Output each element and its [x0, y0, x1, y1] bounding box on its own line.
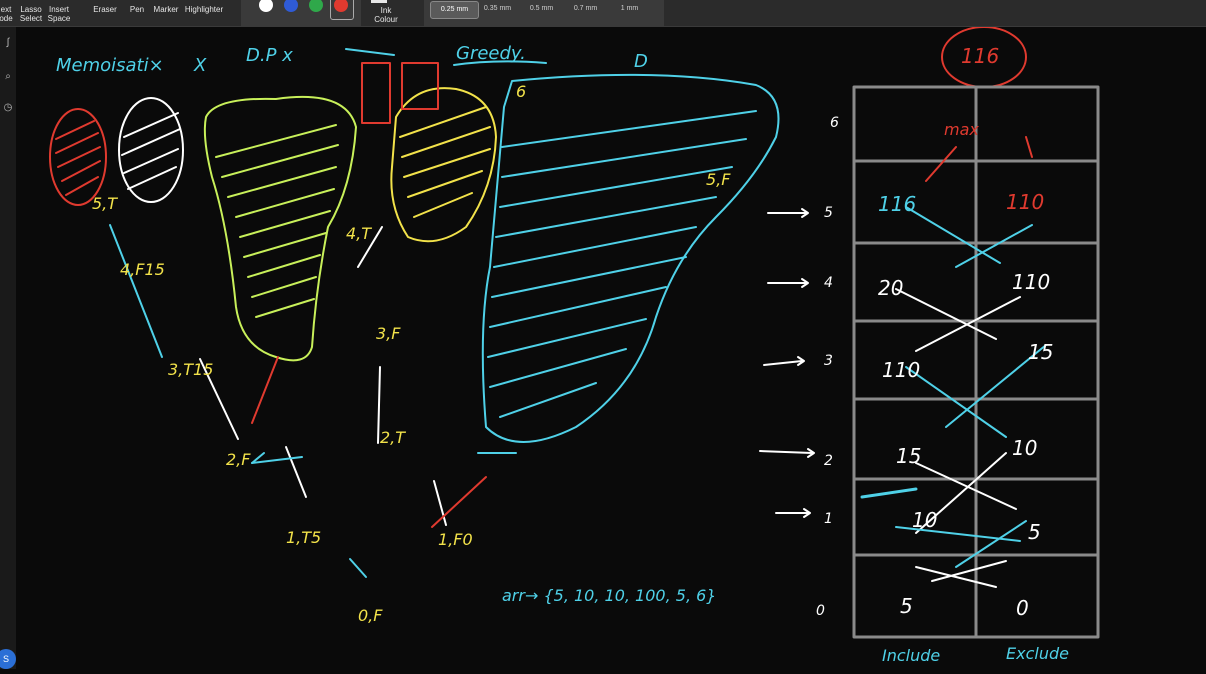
- exclude-cell: 10: [1012, 436, 1037, 460]
- include-cell: 110: [882, 358, 920, 382]
- tree-node: 2,T: [380, 428, 406, 447]
- exclude-cell: 110: [1006, 190, 1044, 214]
- tree-node: 1,F0: [438, 530, 473, 549]
- row-index: 1: [824, 511, 833, 527]
- eraser-tool[interactable]: Eraser: [90, 5, 120, 14]
- row-index: 6: [830, 115, 839, 131]
- thickness-1[interactable]: 1 mm: [606, 1, 653, 17]
- color-white[interactable]: [259, 0, 273, 12]
- tree-node: 5,F: [706, 170, 731, 189]
- row-index: 3: [824, 353, 833, 369]
- exclude-cell: 110: [1012, 270, 1050, 294]
- thickness-05[interactable]: 0.5 mm: [518, 1, 565, 17]
- exclude-cell: 0: [1016, 596, 1029, 620]
- tree-node: 1,T5: [286, 528, 321, 547]
- dp-label: D.P x: [246, 45, 293, 66]
- color-green[interactable]: [309, 0, 323, 12]
- tree-node: 3,F: [376, 324, 401, 343]
- row-index: 4: [824, 275, 833, 291]
- greedy-label: Greedy.: [456, 43, 526, 64]
- include-cell: 10: [912, 508, 937, 532]
- exclude-label: Exclude: [1006, 644, 1069, 663]
- left-sidebar: ∫ ⌕ ◷: [0, 27, 16, 669]
- include-cell: 116: [878, 192, 916, 216]
- row-index: 5: [824, 205, 833, 221]
- pen-icon[interactable]: ∫: [2, 37, 14, 49]
- top-value: 116: [961, 44, 999, 68]
- lasso-select-tool[interactable]: Lasso Select: [18, 5, 44, 23]
- marker-tool[interactable]: Marker: [152, 5, 180, 14]
- handwriting-layer: Memoisati× X D.P x Greedy. D 116 max arr…: [49, 26, 1100, 665]
- color-blue[interactable]: [284, 0, 298, 12]
- row-index: 0: [816, 603, 825, 619]
- pen-tool[interactable]: Pen: [126, 5, 148, 14]
- tree-node: 3,T15: [168, 360, 213, 379]
- cross-label: X: [193, 55, 207, 76]
- thickness-picker: 0.25 mm 0.35 mm 0.5 mm 0.7 mm 1 mm: [424, 0, 664, 26]
- tree-node: 4,T: [346, 224, 372, 243]
- text-mode-tool[interactable]: ext ode: [0, 5, 14, 23]
- thickness-025[interactable]: 0.25 mm: [430, 1, 479, 19]
- max-label: max: [944, 120, 979, 139]
- ink-toolbar: ext ode Lasso Select Insert Space Eraser…: [0, 0, 1206, 27]
- tree-node: 5,T: [92, 194, 118, 213]
- tree-node: 6: [516, 82, 526, 101]
- insert-space-tool[interactable]: Insert Space: [46, 5, 72, 23]
- ink-colour-button[interactable]: Ink Colour: [368, 6, 404, 24]
- include-cell: 20: [878, 276, 903, 300]
- memoisation-label: Memoisati×: [56, 55, 164, 76]
- tree-node: 2,F: [226, 450, 251, 469]
- row-index: 2: [824, 453, 833, 469]
- thickness-035[interactable]: 0.35 mm: [474, 1, 521, 17]
- search-icon[interactable]: ⌕: [2, 71, 14, 83]
- ink-colour-swatch: [371, 0, 387, 3]
- exclude-cell: 5: [1028, 520, 1041, 544]
- thickness-07[interactable]: 0.7 mm: [562, 1, 609, 17]
- array-label: arr→ {5, 10, 10, 100, 5, 6}: [502, 586, 716, 605]
- history-icon[interactable]: ◷: [2, 102, 14, 114]
- highlighter-tool[interactable]: Highlighter: [182, 5, 226, 14]
- include-label: Include: [882, 646, 940, 665]
- include-cell: 15: [896, 444, 921, 468]
- tree-node: 4,F15: [120, 260, 165, 279]
- color-palette: [241, 0, 361, 26]
- exclude-cell: 15: [1028, 340, 1053, 364]
- tree-node: 0,F: [358, 606, 383, 625]
- include-cell: 5: [900, 594, 913, 618]
- ink-canvas[interactable]: Memoisati× X D.P x Greedy. D 116 max arr…: [16, 26, 1206, 669]
- d-label: D: [634, 51, 648, 72]
